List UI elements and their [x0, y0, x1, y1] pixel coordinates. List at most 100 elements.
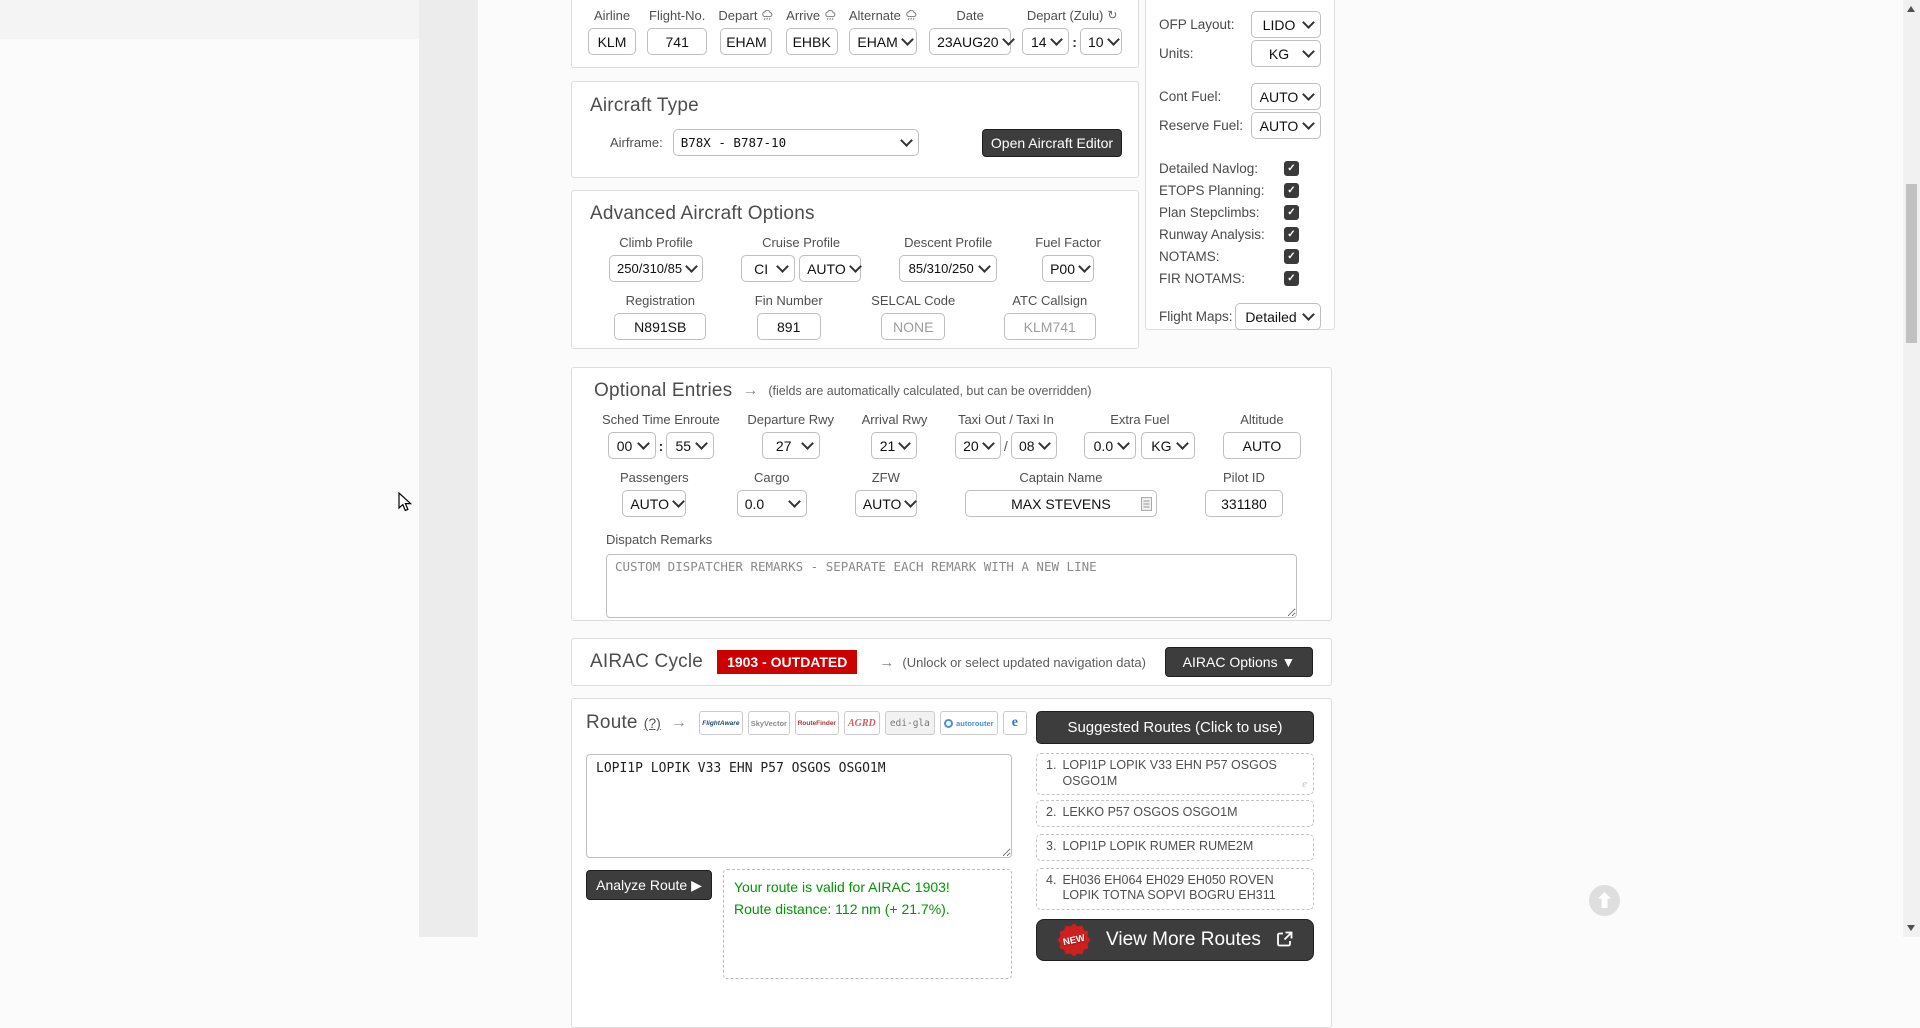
- captain-name-input[interactable]: [965, 490, 1157, 517]
- runway-analysis-checkbox[interactable]: [1284, 227, 1299, 242]
- analyze-route-button[interactable]: Analyze Route ▶: [586, 870, 712, 900]
- altitude-input[interactable]: [1223, 432, 1301, 459]
- field-registration: Registration: [614, 292, 706, 340]
- airac-options-button[interactable]: AIRAC Options ▼: [1165, 647, 1313, 677]
- dispatch-remarks-textarea[interactable]: [606, 554, 1297, 618]
- zulu-hour-select[interactable]: 14: [1022, 28, 1069, 55]
- sched-minutes-select[interactable]: 55: [666, 432, 714, 459]
- refresh-icon[interactable]: ↻: [1107, 8, 1117, 22]
- zulu-hour-value: 14: [1030, 34, 1047, 50]
- route-item-number: 4.: [1046, 873, 1056, 904]
- atc-callsign-input[interactable]: [1004, 313, 1096, 340]
- scrollbar-down-arrow[interactable]: [1907, 925, 1915, 931]
- extra-fuel-unit: KG: [1149, 438, 1173, 454]
- reserve-fuel-select[interactable]: AUTO: [1251, 112, 1321, 139]
- weather-icon[interactable]: [824, 10, 837, 21]
- etops-planning-label: ETOPS Planning:: [1159, 183, 1265, 198]
- weather-icon[interactable]: [905, 10, 918, 21]
- chevron-down-icon: [1050, 33, 1063, 46]
- flight-no-input[interactable]: [647, 28, 707, 55]
- field-departure-rwy: Departure Rwy 27: [747, 411, 834, 459]
- eurofpl-link[interactable]: e: [1003, 711, 1027, 735]
- climb-profile-select[interactable]: 250/310/85: [609, 255, 703, 282]
- open-aircraft-editor-button[interactable]: Open Aircraft Editor: [982, 129, 1122, 157]
- taxi-out-value: 20: [963, 438, 979, 454]
- cruise-profile-select-2[interactable]: AUTO: [799, 255, 861, 282]
- arrive-input[interactable]: [786, 28, 838, 55]
- chevron-down-icon: [901, 33, 914, 46]
- registration-input[interactable]: [614, 313, 706, 340]
- routefinder-link[interactable]: RouteFinder: [795, 711, 839, 735]
- flight-no-label: Flight-No.: [649, 8, 705, 23]
- plan-stepclimbs-checkbox[interactable]: [1284, 205, 1299, 220]
- page-background-strip: [0, 0, 419, 39]
- notams-checkbox[interactable]: [1284, 249, 1299, 264]
- route-textarea[interactable]: LOPI1P LOPIK V33 EHN P57 OSGOS OSGO1M: [586, 754, 1012, 858]
- depart-input[interactable]: [720, 28, 772, 55]
- chevron-down-icon: [1302, 117, 1315, 130]
- units-select[interactable]: KG: [1251, 40, 1321, 67]
- fuel-factor-select[interactable]: P00: [1042, 255, 1094, 282]
- date-select[interactable]: 23AUG20: [929, 28, 1011, 55]
- taxi-out-select[interactable]: 20: [955, 432, 1001, 459]
- airac-note: (Unlock or select updated navigation dat…: [902, 655, 1146, 670]
- ofp-layout-select[interactable]: LIDO: [1251, 11, 1321, 38]
- airline-input[interactable]: [588, 28, 636, 55]
- fin-number-input[interactable]: [757, 313, 821, 340]
- departure-rwy-select[interactable]: 27: [762, 432, 820, 459]
- fir-notams-checkbox[interactable]: [1284, 271, 1299, 286]
- route-item-text: EH036 EH064 EH029 EH050 ROVEN LOPIK TOTN…: [1062, 873, 1304, 904]
- scroll-to-top-button[interactable]: [1589, 885, 1620, 916]
- suggested-route-item[interactable]: 2. LEKKO P57 OSGOS OSGO1M: [1036, 800, 1314, 827]
- scrollbar-thumb[interactable]: [1906, 184, 1917, 343]
- cargo-select[interactable]: 0.0: [737, 490, 807, 517]
- edi-gla-link[interactable]: edi-gla: [885, 711, 935, 735]
- cont-fuel-value: AUTO: [1259, 89, 1299, 105]
- depart-zulu-label: Depart (Zulu): [1027, 8, 1104, 23]
- flight-maps-select[interactable]: Detailed: [1235, 303, 1321, 330]
- field-depart: Depart: [718, 7, 774, 67]
- airframe-label: Airframe:: [610, 135, 663, 150]
- alternate-select[interactable]: EHAM: [849, 28, 917, 55]
- taxi-separator: /: [1004, 438, 1008, 454]
- weather-icon[interactable]: [761, 10, 774, 21]
- field-atc-callsign: ATC Callsign: [1004, 292, 1096, 340]
- input-list-icon[interactable]: [1141, 497, 1152, 511]
- cargo-label: Cargo: [754, 470, 789, 485]
- zulu-minute-select[interactable]: 10: [1080, 28, 1122, 55]
- new-badge-label: NEW: [1053, 918, 1096, 961]
- etops-planning-checkbox[interactable]: [1284, 183, 1299, 198]
- route-help-link[interactable]: (?): [644, 715, 661, 731]
- sched-hours-select[interactable]: 00: [608, 432, 656, 459]
- pilot-id-input[interactable]: [1205, 490, 1283, 517]
- view-more-routes-button[interactable]: NEW View More Routes: [1036, 919, 1314, 961]
- alternate-label: Alternate: [849, 8, 901, 23]
- page-scrollbar[interactable]: [1903, 0, 1920, 937]
- skyvector-link[interactable]: SkyVector: [748, 711, 790, 735]
- cont-fuel-select[interactable]: AUTO: [1251, 83, 1321, 110]
- suggested-route-item[interactable]: 3. LOPI1P LOPIK RUMER RUME2M: [1036, 834, 1314, 861]
- chevron-down-icon: [1107, 33, 1120, 46]
- zfw-select[interactable]: AUTO: [855, 490, 917, 517]
- arrival-rwy-select[interactable]: 21: [871, 432, 917, 459]
- suggested-route-item[interactable]: 1. LOPI1P LOPIK V33 EHN P57 OSGOS OSGO1M: [1036, 753, 1314, 795]
- selcal-code-input[interactable]: [881, 313, 945, 340]
- cruise-profile-select-1[interactable]: CI: [741, 255, 795, 282]
- scrollbar-up-arrow[interactable]: [1907, 6, 1915, 12]
- airframe-select[interactable]: B78X - B787-10: [673, 129, 919, 156]
- airac-outdated-badge: 1903 - OUTDATED: [717, 650, 857, 674]
- flight-maps-label: Flight Maps:: [1159, 309, 1233, 324]
- taxi-in-select[interactable]: 08: [1011, 432, 1057, 459]
- chevron-down-icon: [1078, 260, 1091, 273]
- extra-fuel-unit-select[interactable]: KG: [1141, 432, 1195, 459]
- autorouter-link[interactable]: autorouter: [940, 711, 998, 735]
- detailed-navlog-checkbox[interactable]: [1284, 161, 1299, 176]
- suggested-route-item[interactable]: 4. EH036 EH064 EH029 EH050 ROVEN LOPIK T…: [1036, 868, 1314, 910]
- sched-hours-value: 00: [616, 438, 634, 454]
- extra-fuel-select[interactable]: 0.0: [1084, 432, 1136, 459]
- passengers-select[interactable]: AUTO: [622, 490, 686, 517]
- field-altitude: Altitude: [1223, 411, 1301, 459]
- agrd-link[interactable]: AGRD: [844, 711, 880, 735]
- flightaware-link[interactable]: FlightAware: [699, 711, 743, 735]
- descent-profile-select[interactable]: 85/310/250: [899, 255, 997, 282]
